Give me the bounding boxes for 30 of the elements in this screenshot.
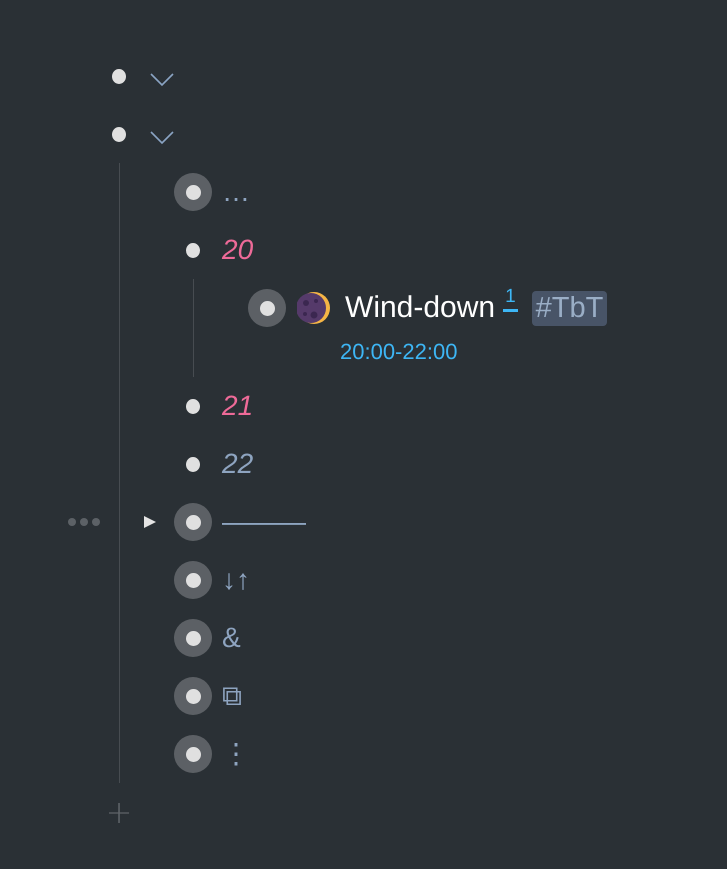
block-text: ⋮: [222, 737, 250, 771]
bullet[interactable]: [112, 127, 126, 141]
time-range: 20:00-22:00: [340, 339, 458, 364]
bullet[interactable]: [174, 173, 212, 211]
bullet[interactable]: [174, 561, 212, 599]
footnote-link[interactable]: 1: [503, 285, 518, 312]
add-button[interactable]: +: [102, 795, 136, 829]
block-text: &: [222, 621, 241, 655]
bullet[interactable]: [174, 677, 212, 715]
block-text: ↓↑: [222, 563, 250, 597]
bullet[interactable]: [174, 735, 212, 773]
bullet[interactable]: [174, 503, 212, 541]
block-text: Wind-down: [345, 291, 496, 325]
tag[interactable]: #TbT: [532, 290, 608, 326]
block-text: 20: [222, 233, 254, 267]
chevron-icon[interactable]: [150, 73, 174, 87]
bullet[interactable]: [174, 619, 212, 657]
bullet[interactable]: [248, 289, 286, 327]
block-text: 21: [222, 389, 254, 423]
block-text: …: [222, 175, 250, 209]
bullet[interactable]: [112, 69, 126, 83]
block-text: 22: [222, 447, 254, 481]
moon-icon: [297, 291, 331, 325]
chevron-icon[interactable]: [150, 131, 174, 145]
block-text: ⧉: [222, 679, 242, 713]
bullet[interactable]: [186, 243, 200, 257]
expand-arrow-icon[interactable]: [143, 515, 157, 529]
block-text: ———: [222, 505, 306, 539]
bullet[interactable]: [186, 457, 200, 471]
bullet[interactable]: [186, 399, 200, 413]
